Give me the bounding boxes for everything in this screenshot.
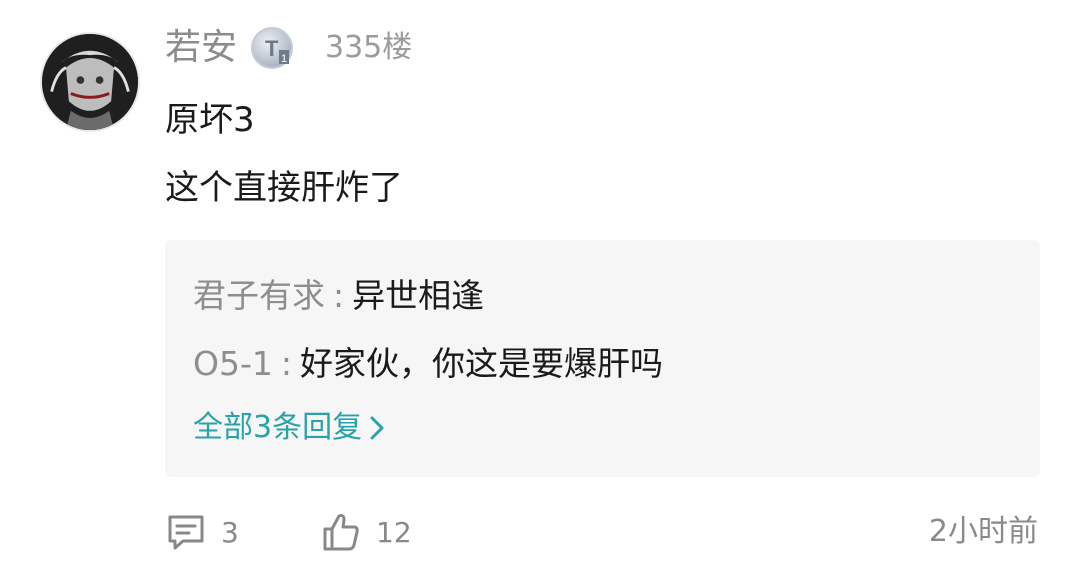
timestamp: 2小时前: [928, 514, 1038, 549]
like-button[interactable]: 12: [320, 508, 412, 556]
svg-text:T: T: [265, 36, 279, 61]
view-all-replies-link[interactable]: 全部3条回复: [193, 406, 386, 450]
comment-icon: [168, 515, 204, 550]
username[interactable]: 若安: [165, 24, 237, 72]
reply-text: 好家伙，你这是要爆肝吗: [300, 344, 663, 383]
view-all-replies-label: 全部3条回复: [193, 410, 363, 445]
comment-text-line-1: 原坏3: [165, 100, 255, 140]
comment-text-line-2: 这个直接肝炸了: [165, 168, 403, 208]
floor-number: 335楼: [325, 30, 413, 65]
avatar[interactable]: [40, 32, 140, 132]
comment-count: 3: [221, 515, 239, 549]
reply-item[interactable]: O5-1: 好家伙，你这是要爆肝吗: [193, 341, 663, 387]
reply-preview-box[interactable]: 君子有求: 异世相逢 O5-1: 好家伙，你这是要爆肝吗 全部3条回复: [165, 240, 1040, 477]
comment-button[interactable]: 3: [165, 508, 239, 556]
reply-author[interactable]: 君子有求: [193, 276, 325, 315]
chevron-right-icon: [370, 416, 384, 440]
svg-text:1: 1: [281, 53, 287, 65]
reply-item[interactable]: 君子有求: 异世相逢: [193, 273, 484, 319]
avatar-image: [42, 34, 138, 130]
like-count: 12: [376, 515, 412, 549]
thumbs-up-icon: [323, 514, 359, 551]
reply-author[interactable]: O5-1: [193, 344, 273, 383]
reply-separator: :: [333, 276, 345, 315]
level-badge-icon: T 1: [250, 26, 294, 70]
reply-text: 异世相逢: [352, 276, 485, 315]
reply-separator: :: [280, 344, 292, 383]
